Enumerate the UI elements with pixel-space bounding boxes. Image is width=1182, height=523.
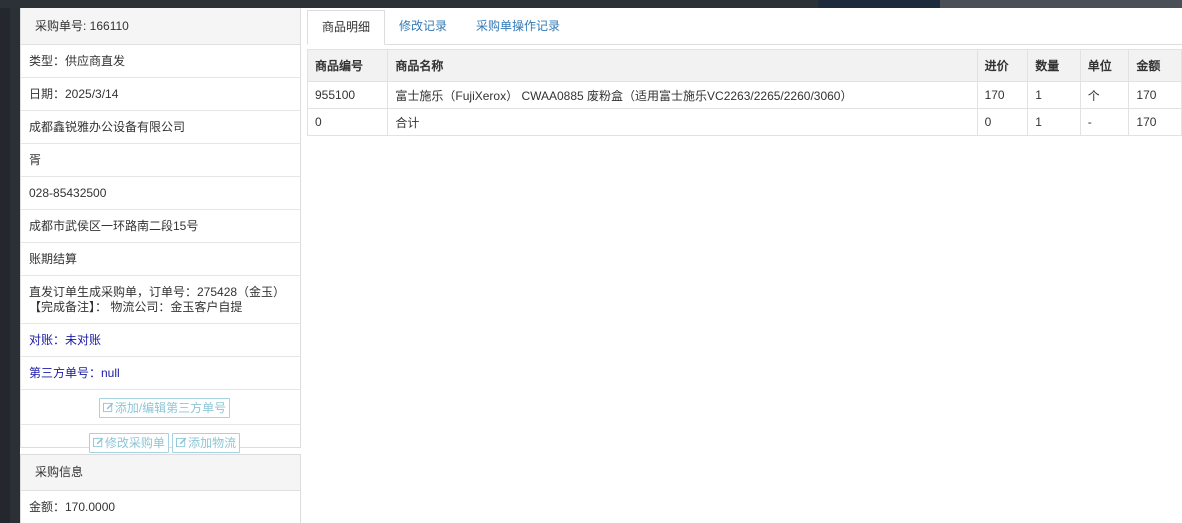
order-info-panel: 采购单号: 166110 类型：供应商直发 日期：2025/3/14 成都鑫锐雅… <box>20 8 301 453</box>
third-party-number: 第三方单号：null <box>21 357 300 390</box>
cell-unit-price: 0 <box>976 108 1029 136</box>
col-header-amount: 金额 <box>1128 49 1182 82</box>
edit-order-label: 修改采购单 <box>104 435 165 450</box>
add-logistics-label: 添加物流 <box>188 435 237 450</box>
edit-third-party-label: 添加/编辑第三方单号 <box>114 400 227 415</box>
tab-operation-history[interactable]: 采购单操作记录 <box>462 10 574 45</box>
purchase-info-panel: 采购信息 金额：170.0000 <box>20 454 301 523</box>
reconcile-status: 对账：未对账 <box>21 324 300 357</box>
cell-product-code: 955100 <box>306 81 389 109</box>
cell-unit: - <box>1079 108 1130 136</box>
cell-unit: 个 <box>1079 81 1130 109</box>
table-row: 955100 富士施乐（FujiXerox） CWAA0885 废粉盒（适用富士… <box>306 81 1182 109</box>
purchase-amount: 金额：170.0000 <box>29 500 116 514</box>
tab-product-details[interactable]: 商品明细 <box>307 10 386 45</box>
cell-quantity: 1 <box>1027 108 1081 136</box>
edit-third-party-button[interactable]: 添加/编辑第三方单号 <box>98 397 231 418</box>
cell-amount: 170 <box>1128 108 1182 136</box>
order-type: 类型：供应商直发 <box>21 45 300 78</box>
top-bar-right-segment <box>940 0 1182 8</box>
supplier-company: 成都鑫锐雅办公设备有限公司 <box>21 111 300 144</box>
tab-modification-history[interactable]: 修改记录 <box>385 10 461 45</box>
left-sidebar-edge-dark <box>0 8 10 523</box>
detail-tabs: 商品明细 修改记录 采购单操作记录 <box>307 8 1182 45</box>
cell-product-name: 合计 <box>387 108 978 136</box>
order-note-line1: 直发订单生成采购单，订单号：275428（金玉） <box>29 285 286 299</box>
payment-method: 账期结算 <box>21 243 300 276</box>
order-date: 日期：2025/3/14 <box>21 78 300 111</box>
col-header-unit-price: 进价 <box>976 49 1029 82</box>
supplier-address: 成都市武侯区一环路南二段15号 <box>21 210 300 243</box>
pencil-square-icon <box>92 437 104 447</box>
cell-product-name: 富士施乐（FujiXerox） CWAA0885 废粉盒（适用富士施乐VC226… <box>387 81 978 109</box>
cell-amount: 170 <box>1128 81 1182 109</box>
cell-product-code: 0 <box>306 108 389 136</box>
contact-name: 胥 <box>21 144 300 177</box>
edit-order-button[interactable]: 修改采购单 <box>88 432 169 453</box>
top-bar <box>0 0 1182 8</box>
cell-unit-price: 170 <box>976 81 1029 109</box>
third-party-button-row: 添加/编辑第三方单号 <box>21 390 300 425</box>
add-logistics-button[interactable]: 添加物流 <box>172 432 241 453</box>
table-header-row: 商品编号 商品名称 进价 数量 单位 金额 <box>306 49 1182 82</box>
col-header-product-name: 商品名称 <box>387 49 978 82</box>
contact-phone: 028-85432500 <box>21 177 300 210</box>
table-row-total: 0 合计 0 1 - 170 <box>306 108 1182 136</box>
order-number-header: 采购单号: 166110 <box>21 8 300 45</box>
top-bar-active-segment <box>818 0 940 8</box>
cell-quantity: 1 <box>1027 81 1081 109</box>
pencil-square-icon <box>176 437 187 447</box>
col-header-product-code: 商品编号 <box>306 49 389 82</box>
col-header-unit: 单位 <box>1079 49 1130 82</box>
pencil-square-icon <box>102 402 114 412</box>
order-note-line2: 【完成备注】： 物流公司：金玉客户自提 <box>29 300 243 314</box>
col-header-quantity: 数量 <box>1027 49 1081 82</box>
purchase-info-header: 采购信息 <box>21 455 300 491</box>
order-note: 直发订单生成采购单，订单号：275428（金玉） 【完成备注】： 物流公司：金玉… <box>21 276 300 324</box>
product-table: 商品编号 商品名称 进价 数量 单位 金额 955100 富士施乐（FujiXe… <box>306 49 1182 136</box>
